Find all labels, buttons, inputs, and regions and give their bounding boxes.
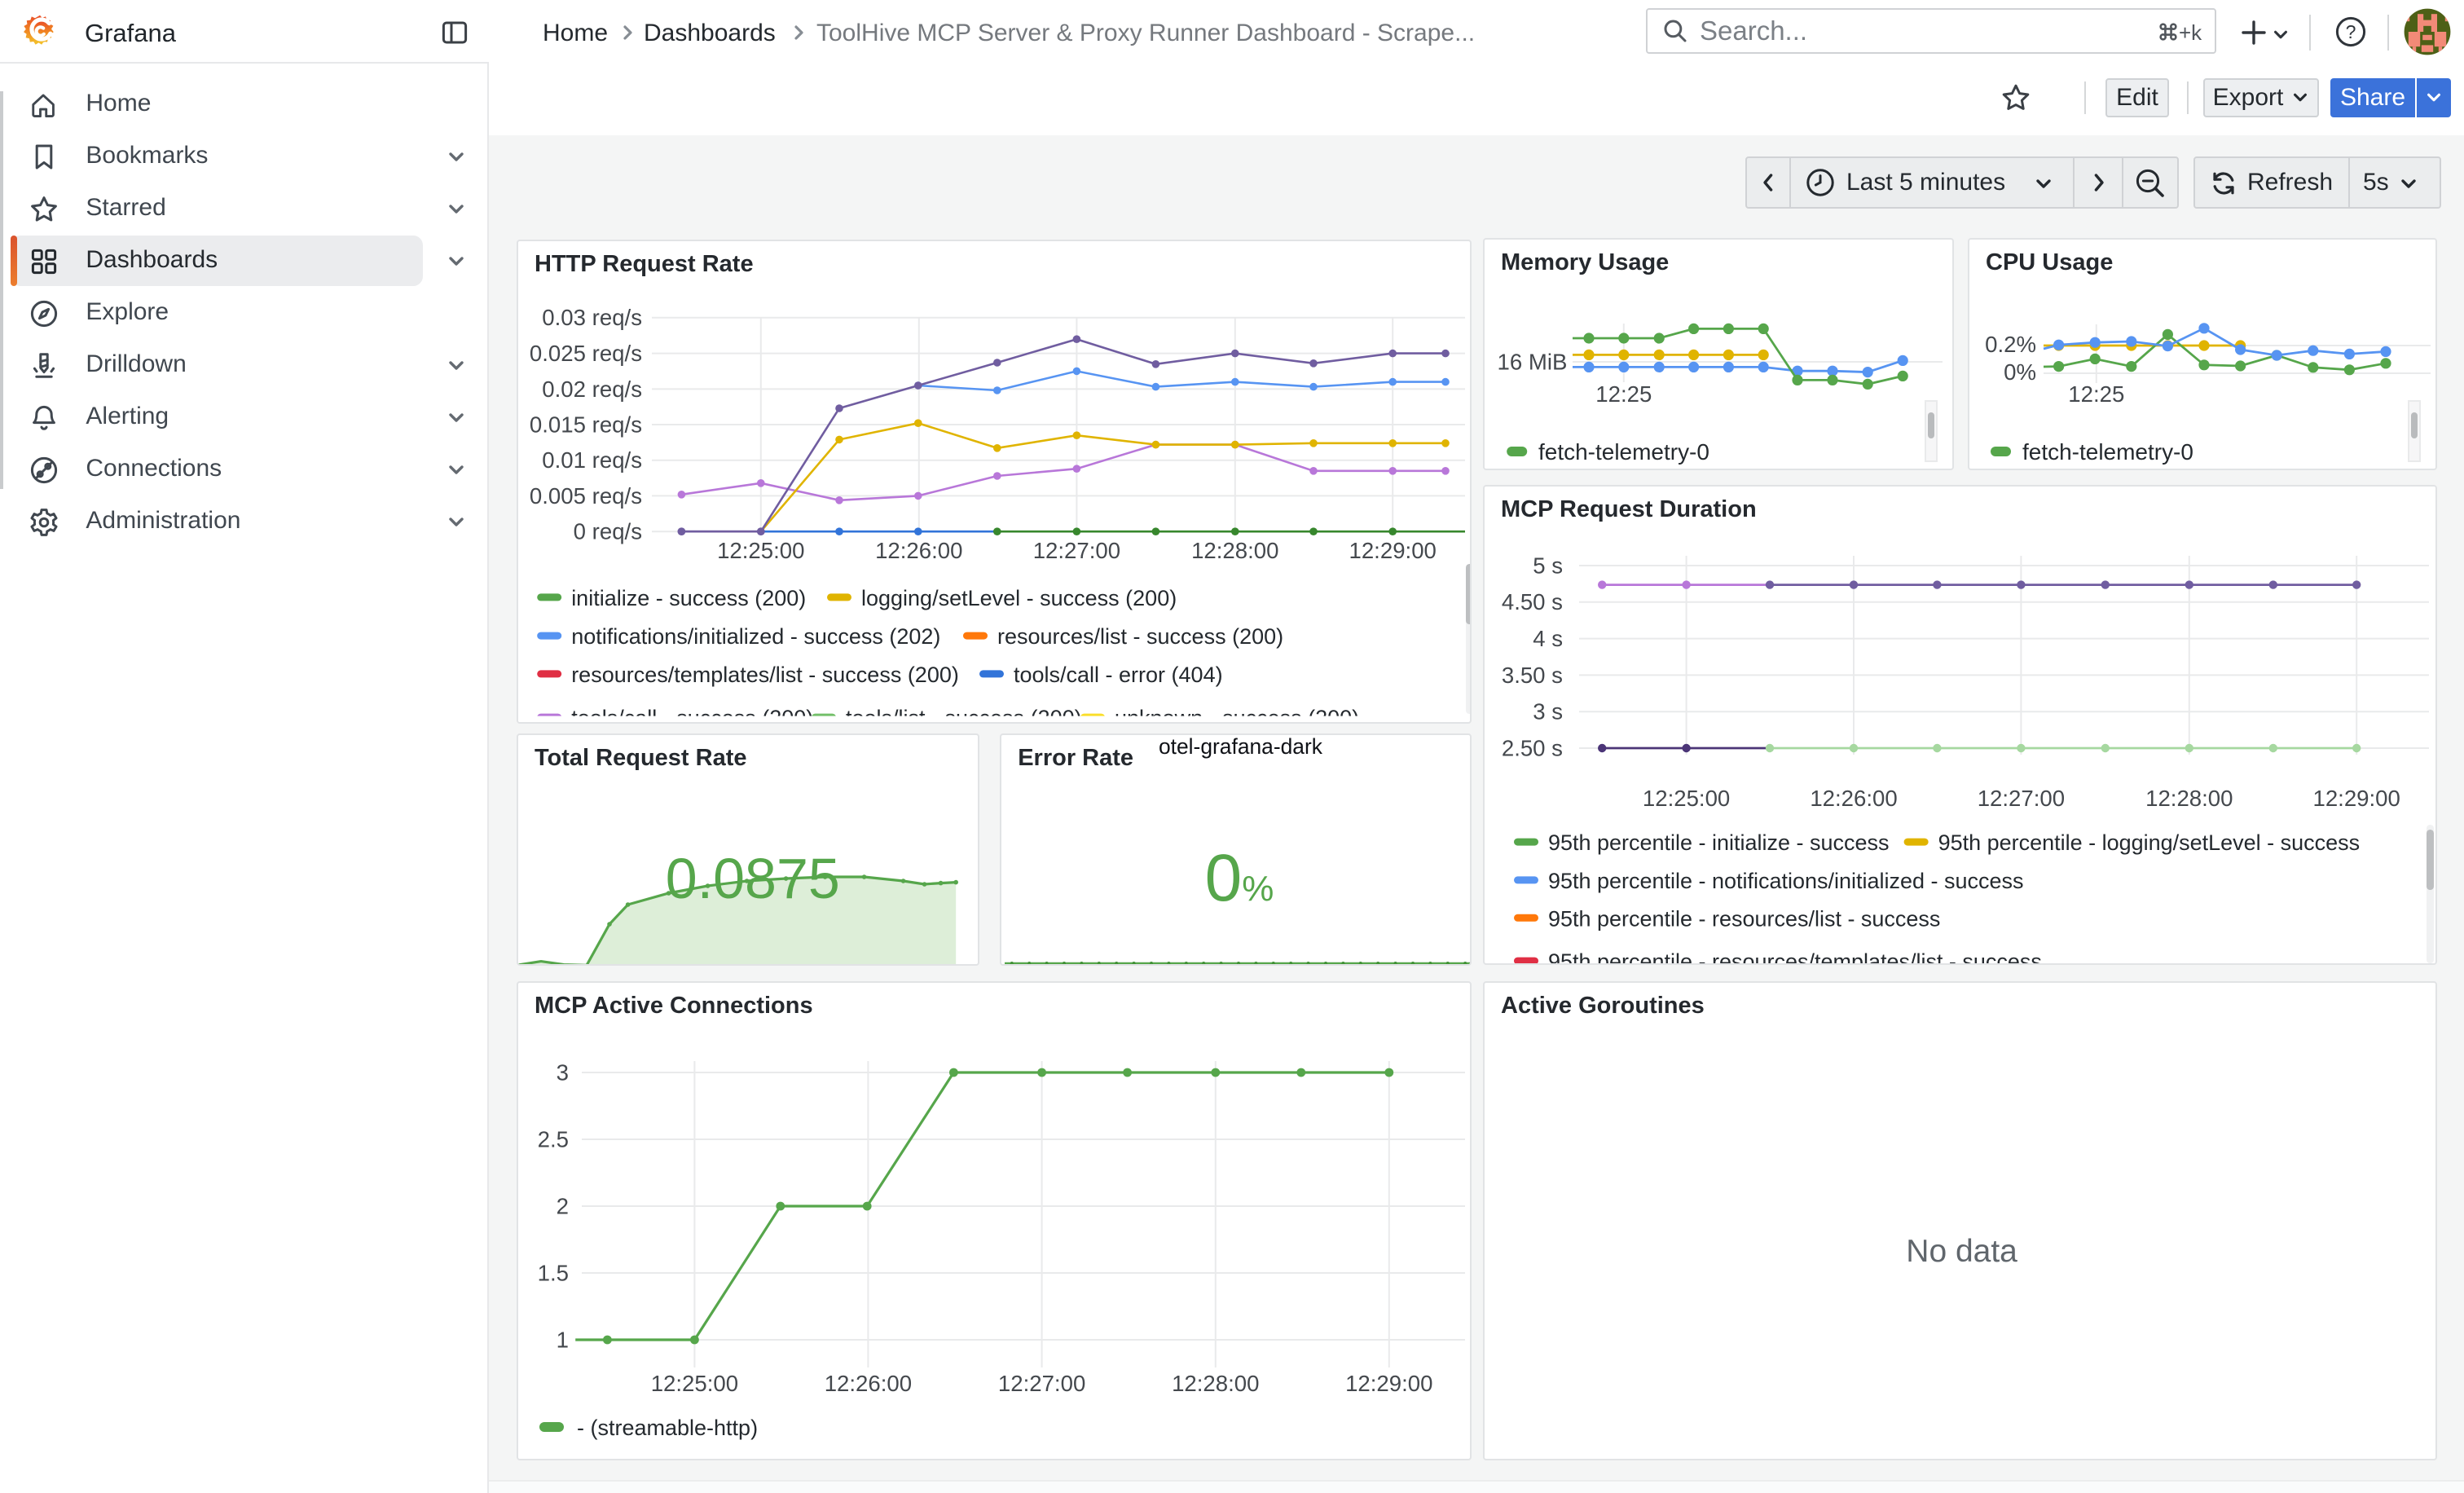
svg-text:0.025 req/s: 0.025 req/s [530,341,642,366]
svg-text:resources/templates/list - suc: resources/templates/list - success (200) [571,663,959,687]
svg-text:0.015 req/s: 0.015 req/s [530,412,642,437]
svg-text:0.0875: 0.0875 [666,847,840,910]
svg-text:3 s: 3 s [1533,699,1563,724]
svg-text:0.03 req/s: 0.03 req/s [542,305,642,330]
svg-text:95th percentile - resources/li: 95th percentile - resources/list - succe… [1548,906,1940,931]
svg-text:0.01 req/s: 0.01 req/s [542,447,642,473]
svg-text:1.5: 1.5 [538,1260,569,1285]
svg-text:0.005 req/s: 0.005 req/s [530,483,642,509]
svg-text:12:26:00: 12:26:00 [875,538,962,563]
svg-text:2.5: 2.5 [538,1126,569,1152]
svg-text:No data: No data [1906,1234,2017,1269]
svg-text:notifications/initialized - su: notifications/initialized - success (202… [571,624,940,649]
svg-text:95th percentile - resources/te: 95th percentile - resources/templates/li… [1548,949,2042,965]
svg-text:5 s: 5 s [1533,553,1563,578]
svg-text:tools/call - error (404): tools/call - error (404) [1014,663,1223,687]
svg-text:12:25:00: 12:25:00 [1643,786,1730,811]
svg-text:12:26:00: 12:26:00 [825,1371,912,1396]
svg-text:12:25: 12:25 [2068,381,2124,407]
svg-text:95th percentile - notification: 95th percentile - notifications/initiali… [1548,869,2023,893]
svg-text:0.2%: 0.2% [1985,332,2036,357]
svg-text:0%: 0% [1205,841,1274,915]
svg-text:fetch-telemetry-0: fetch-telemetry-0 [2022,439,2193,465]
svg-text:fetch-telemetry-0: fetch-telemetry-0 [1538,439,1709,465]
svg-text:12:29:00: 12:29:00 [1349,538,1436,563]
svg-text:12:27:00: 12:27:00 [1978,786,2065,811]
svg-text:95th percentile - logging/setL: 95th percentile - logging/setLevel - suc… [1938,830,2361,855]
svg-text:3: 3 [557,1059,569,1085]
svg-text:16 MiB: 16 MiB [1498,349,1568,374]
svg-text:12:28:00: 12:28:00 [1172,1371,1259,1396]
svg-text:logging/setLevel - success (20: logging/setLevel - success (200) [861,586,1177,610]
svg-text:2: 2 [557,1193,569,1218]
svg-text:95th percentile - initialize -: 95th percentile - initialize - success [1548,830,1889,855]
svg-text:12:27:00: 12:27:00 [998,1371,1085,1396]
svg-text:?: ? [2346,21,2356,42]
svg-text:0 req/s: 0 req/s [574,519,642,544]
svg-text:12:25:00: 12:25:00 [717,538,804,563]
svg-text:12:27:00: 12:27:00 [1033,538,1120,563]
svg-text:2.50 s: 2.50 s [1502,735,1563,760]
svg-text:12:25:00: 12:25:00 [651,1371,738,1396]
svg-text:resources/list - success (200): resources/list - success (200) [997,624,1283,649]
svg-text:12:26:00: 12:26:00 [1810,786,1897,811]
svg-text:12:29:00: 12:29:00 [2313,786,2400,811]
svg-text:0.02 req/s: 0.02 req/s [542,377,642,402]
svg-text:12:29:00: 12:29:00 [1345,1371,1432,1396]
svg-text:- (streamable-http): - (streamable-http) [577,1416,758,1440]
svg-text:3.50 s: 3.50 s [1502,663,1563,688]
svg-text:12:28:00: 12:28:00 [1191,538,1278,563]
svg-text:1: 1 [557,1327,569,1352]
svg-text:12:25: 12:25 [1595,381,1652,407]
svg-text:4 s: 4 s [1533,626,1563,651]
svg-text:12:28:00: 12:28:00 [2145,786,2233,811]
svg-text:0%: 0% [2004,359,2036,385]
svg-text:4.50 s: 4.50 s [1502,589,1563,614]
svg-text:initialize - success (200): initialize - success (200) [571,586,806,610]
